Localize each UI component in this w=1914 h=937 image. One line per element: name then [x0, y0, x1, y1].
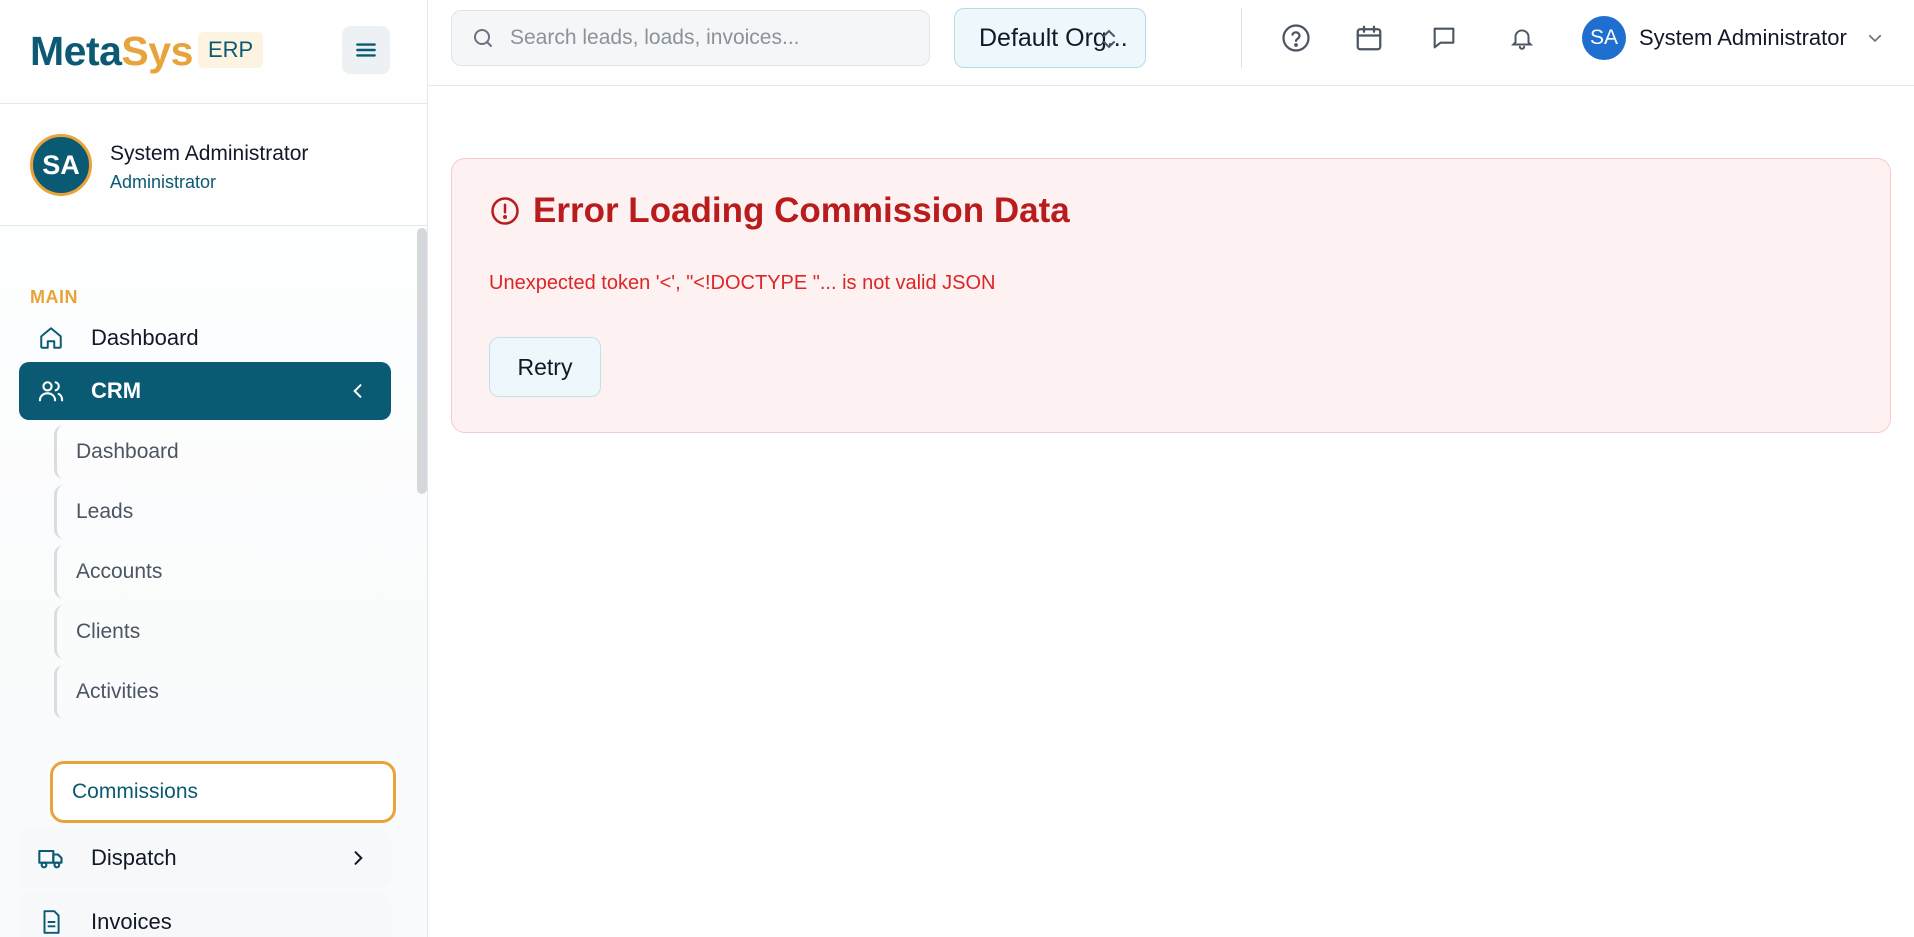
logo-part-sys: Sys	[121, 28, 193, 74]
sidebar-item-dispatch[interactable]: Dispatch	[19, 829, 391, 887]
avatar[interactable]: SA	[1582, 16, 1626, 60]
chevron-left-icon[interactable]	[345, 378, 371, 404]
chevron-updown-icon	[1099, 27, 1119, 56]
user-card: SA System Administrator Administrator	[0, 104, 427, 226]
calendar-button[interactable]	[1349, 18, 1389, 58]
app-root: MetaSys ERP SA System Administrator Admi…	[0, 0, 1914, 937]
sidebar-subitem-accounts[interactable]: Accounts	[54, 545, 394, 599]
users-icon	[37, 377, 65, 405]
notifications-button[interactable]	[1502, 18, 1542, 58]
user-name: System Administrator	[110, 142, 309, 165]
sidebar: MetaSys ERP SA System Administrator Admi…	[0, 0, 428, 937]
invoice-icon	[37, 908, 65, 936]
sidebar-subitem-clients[interactable]: Clients	[54, 605, 394, 659]
bell-icon	[1510, 29, 1534, 50]
search-box[interactable]	[451, 10, 930, 66]
calendar-icon	[1356, 25, 1382, 51]
menu-toggle-button[interactable]	[342, 26, 390, 74]
sidebar-item-dashboard[interactable]: Dashboard	[19, 309, 391, 367]
search-icon	[470, 25, 496, 51]
sidebar-subitem-activities[interactable]: Activities	[54, 665, 394, 719]
messages-button[interactable]	[1424, 18, 1464, 58]
sidebar-subitem-commissions[interactable]: Commissions	[50, 761, 396, 823]
divider	[1241, 8, 1242, 68]
section-label-main: MAIN	[30, 287, 78, 307]
sidebar-subitem-leads[interactable]: Leads	[54, 485, 394, 539]
search-input[interactable]	[510, 26, 910, 50]
logo[interactable]: MetaSys	[30, 28, 193, 75]
sidebar-item-crm[interactable]: CRM	[19, 362, 391, 420]
avatar: SA	[30, 134, 92, 196]
sidebar-nav: MAIN Dashboard CRM Dashboard Leads Accou…	[0, 226, 427, 937]
sidebar-item-label: Dispatch	[91, 845, 177, 870]
user-menu-name[interactable]: System Administrator	[1639, 25, 1847, 51]
logo-part-meta: Meta	[30, 28, 122, 74]
sidebar-item-invoices[interactable]: Invoices	[19, 893, 391, 937]
brand-header: MetaSys ERP	[0, 0, 427, 104]
retry-button[interactable]: Retry	[489, 337, 601, 397]
hamburger-icon	[356, 43, 376, 57]
alert-circle-icon	[489, 195, 521, 227]
help-button[interactable]	[1276, 18, 1316, 58]
chevron-down-icon[interactable]	[1863, 26, 1887, 50]
user-role: Administrator	[110, 172, 217, 192]
chat-icon	[1433, 27, 1455, 49]
org-selector[interactable]: Default Org...	[954, 8, 1146, 68]
error-panel: Error Loading Commission Data Unexpected…	[451, 158, 1891, 433]
sidebar-item-label: Dashboard	[91, 325, 199, 350]
sidebar-item-label: Invoices	[91, 909, 172, 934]
chevron-right-icon[interactable]	[345, 845, 371, 871]
sidebar-subitem-dashboard[interactable]: Dashboard	[54, 425, 394, 479]
help-icon	[1282, 24, 1310, 52]
error-title: Error Loading Commission Data	[533, 191, 1070, 230]
error-header: Error Loading Commission Data	[489, 191, 1070, 231]
truck-icon	[37, 844, 65, 872]
top-bar: Default Org... SA System Administrator	[428, 0, 1914, 86]
error-message: Unexpected token '<', "<!DOCTYPE "... is…	[489, 272, 996, 294]
erp-badge: ERP	[198, 32, 264, 68]
sidebar-item-label: CRM	[91, 378, 142, 403]
home-icon	[37, 324, 65, 352]
sidebar-scrollbar[interactable]	[417, 228, 427, 494]
